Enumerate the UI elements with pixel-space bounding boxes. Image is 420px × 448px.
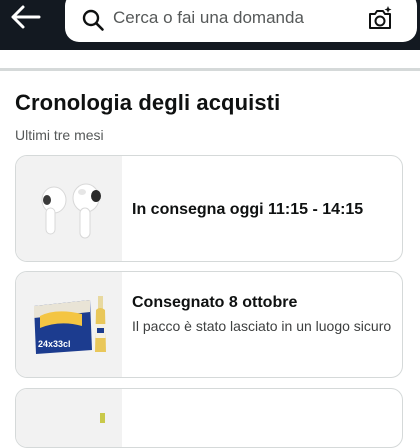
page-subtitle: Ultimi tre mesi: [15, 127, 104, 143]
search-bar[interactable]: [65, 0, 417, 42]
page-title: Cronologia degli acquisti: [15, 90, 281, 115]
camera-search-icon[interactable]: [366, 5, 394, 33]
order-card[interactable]: 24x33cl Consegnato 8 ottobre Il pacco è …: [15, 271, 403, 378]
product-image: [16, 389, 122, 447]
order-card[interactable]: In consegna oggi 11:15 - 14:15: [15, 155, 403, 262]
back-arrow-icon[interactable]: [10, 4, 42, 30]
order-thumbnail: [16, 389, 122, 447]
search-input[interactable]: [113, 4, 353, 32]
order-status: In consegna oggi 11:15 - 14:15: [132, 201, 364, 218]
order-thumbnail: 24x33cl: [16, 272, 122, 377]
order-thumbnail: [16, 156, 122, 261]
top-bar: [0, 0, 420, 50]
header-divider: [0, 50, 420, 71]
order-detail: Il pacco è stato lasciato in un luogo si…: [132, 318, 392, 334]
pack-label: 24x33cl: [38, 339, 71, 349]
order-card[interactable]: [15, 388, 403, 448]
search-icon: [82, 9, 104, 31]
order-status: Consegnato 8 ottobre: [132, 294, 298, 311]
beer-pack-image: 24x33cl: [16, 272, 122, 377]
earbuds-image: [16, 156, 122, 261]
